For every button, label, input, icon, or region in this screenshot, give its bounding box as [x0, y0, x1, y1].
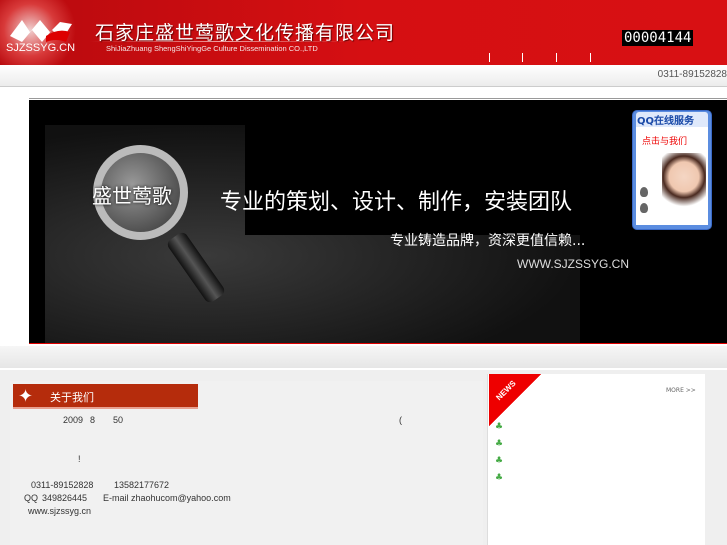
about-exclaim: !: [78, 454, 81, 464]
about-month: 8: [90, 415, 96, 425]
banner-brand: 盛世莺歌: [92, 184, 172, 208]
qq-contact-link[interactable]: 点击与我们: [642, 134, 687, 147]
visitor-counter: 00004144: [622, 30, 694, 46]
about-year: 2009: [63, 415, 84, 425]
header-phone: 0311-89152828: [657, 69, 727, 80]
about-tab[interactable]: ✦ 关于我们: [13, 384, 198, 409]
about-mobile: 13582177672: [114, 480, 170, 490]
nav-separator: [522, 53, 523, 62]
gray-bar: [0, 346, 727, 368]
about-email[interactable]: zhaohucom@yahoo.com: [131, 493, 231, 503]
qq-penguin-icon[interactable]: [640, 187, 648, 197]
logo-domain: SJZSSYG.CN: [6, 42, 76, 54]
divider: [29, 343, 727, 344]
news-bullet-icon: ♣: [495, 422, 503, 432]
about-phone: 0311-89152828: [31, 480, 94, 490]
divider: [29, 98, 727, 99]
news-more-link[interactable]: MORE >>: [666, 387, 696, 394]
qq-service-widget[interactable]: QQ在线服务 点击与我们: [632, 110, 712, 230]
divider: [90, 41, 355, 42]
qq-penguin-icon[interactable]: [640, 203, 648, 213]
about-tab-label: 关于我们: [50, 391, 94, 404]
news-bullet-icon: ♣: [495, 456, 503, 466]
maple-leaf-icon: ✦: [18, 386, 34, 407]
company-name-en: ShiJiaZhuang ShengShiYingGe Culture Diss…: [106, 44, 318, 53]
banner-text-box: [245, 125, 580, 235]
about-qq: 349826445: [42, 493, 88, 503]
qq-service-body: 点击与我们: [636, 127, 708, 225]
about-qq-label: QQ: [24, 493, 39, 503]
nav-separator: [556, 53, 557, 62]
news-bullet-icon: ♣: [495, 439, 503, 449]
banner-website: WWW.SJZSSYG.CN: [517, 257, 629, 271]
about-email-label: E-mail: [103, 493, 129, 503]
logo-icon: [0, 0, 85, 65]
nav-separator: [590, 53, 591, 62]
sub-bar: [0, 65, 727, 87]
agent-photo: [662, 153, 706, 221]
about-number: 50: [113, 415, 124, 425]
about-website[interactable]: www.sjzssyg.cn: [28, 506, 91, 516]
banner-slogan-main: 专业的策划、设计、制作，安装团队: [220, 190, 573, 215]
news-bullet-icon: ♣: [495, 473, 503, 483]
nav-separator: [489, 53, 490, 62]
about-paren: (: [399, 415, 402, 425]
qq-service-title: QQ在线服务: [636, 112, 708, 127]
banner-slogan-sub: 专业铸造品牌，资深更值信赖...: [390, 233, 586, 249]
